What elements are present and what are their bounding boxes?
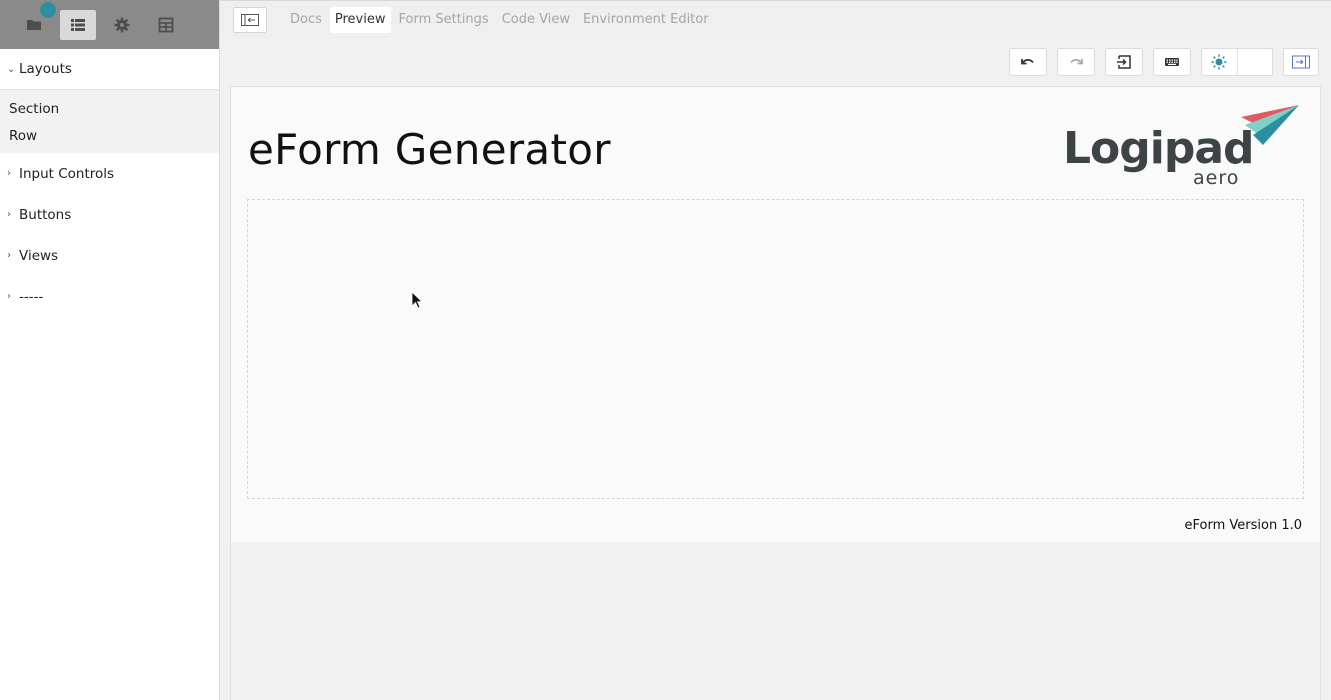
tab-docs[interactable]: Docs (285, 7, 327, 33)
chevron-right-icon: › (7, 209, 11, 220)
import-button[interactable] (1105, 48, 1143, 76)
chevron-right-icon: › (7, 250, 11, 261)
table-icon (158, 17, 174, 32)
table-button[interactable] (148, 10, 184, 40)
keyboard-shortcuts-button[interactable] (1153, 48, 1191, 76)
components-list-button[interactable] (60, 9, 96, 40)
component-row[interactable]: Row (9, 122, 219, 149)
mouse-cursor-icon (411, 291, 423, 309)
category-views[interactable]: › Views (0, 235, 219, 276)
toggle-right-panel-button[interactable] (1283, 48, 1319, 76)
list-icon (71, 18, 85, 31)
category-layouts[interactable]: ⌄ Layouts (0, 49, 219, 90)
redo-icon (1070, 58, 1083, 65)
category-label: Buttons (19, 206, 72, 223)
toggle-left-panel-button[interactable] (233, 6, 267, 33)
top-tab-bar: Docs Preview Form Settings Code View Env… (220, 0, 1331, 38)
form-canvas: eForm Generator Logipad aero eForm Versi… (230, 86, 1321, 700)
category-input-controls[interactable]: › Input Controls (0, 153, 219, 194)
tab-code-view[interactable]: Code View (497, 7, 575, 33)
gear-icon (114, 17, 130, 32)
keyboard-icon (1165, 58, 1179, 66)
theme-toggle (1201, 48, 1273, 76)
paper-plane-icon (1241, 105, 1299, 145)
version-label: eForm Version 1.0 (1184, 518, 1303, 533)
chevron-right-icon: › (7, 168, 11, 179)
sidebar-toolbar (0, 0, 219, 49)
light-theme-button[interactable] (1202, 49, 1238, 75)
category-label: Layouts (19, 61, 72, 77)
chevron-down-icon: ⌄ (7, 63, 16, 75)
import-icon (1117, 55, 1131, 69)
sidebar: ⌄ Layouts Section Row › Input Controls ›… (0, 0, 220, 700)
logo-subtitle: aero (1193, 167, 1240, 189)
sun-icon (1211, 54, 1227, 70)
tab-form-settings[interactable]: Form Settings (394, 7, 494, 33)
dark-theme-button[interactable] (1238, 49, 1273, 75)
tab-preview[interactable]: Preview (329, 6, 391, 33)
settings-button[interactable] (104, 10, 140, 40)
moon-icon (1252, 55, 1260, 69)
collapse-right-panel-icon (1292, 55, 1310, 69)
category-label: Input Controls (19, 165, 115, 182)
category-label: Views (19, 247, 59, 264)
notification-dot (40, 2, 56, 18)
drop-zone[interactable] (247, 199, 1304, 499)
folder-icon (27, 19, 41, 30)
category-separator[interactable]: › ----- (0, 276, 219, 317)
undo-button[interactable] (1009, 48, 1047, 76)
logo: Logipad aero (1063, 105, 1303, 189)
collapse-left-panel-icon (241, 13, 259, 26)
form-title: eForm Generator (248, 125, 611, 174)
tab-environment-editor[interactable]: Environment Editor (578, 7, 714, 33)
category-buttons[interactable]: › Buttons (0, 194, 219, 235)
chevron-right-icon: › (7, 291, 11, 302)
redo-button[interactable] (1057, 48, 1095, 76)
category-label: ----- (19, 288, 44, 305)
undo-icon (1021, 58, 1034, 65)
layouts-list: Section Row (0, 90, 219, 153)
form-preview: eForm Generator Logipad aero eForm Versi… (231, 87, 1320, 542)
component-section[interactable]: Section (9, 95, 219, 122)
